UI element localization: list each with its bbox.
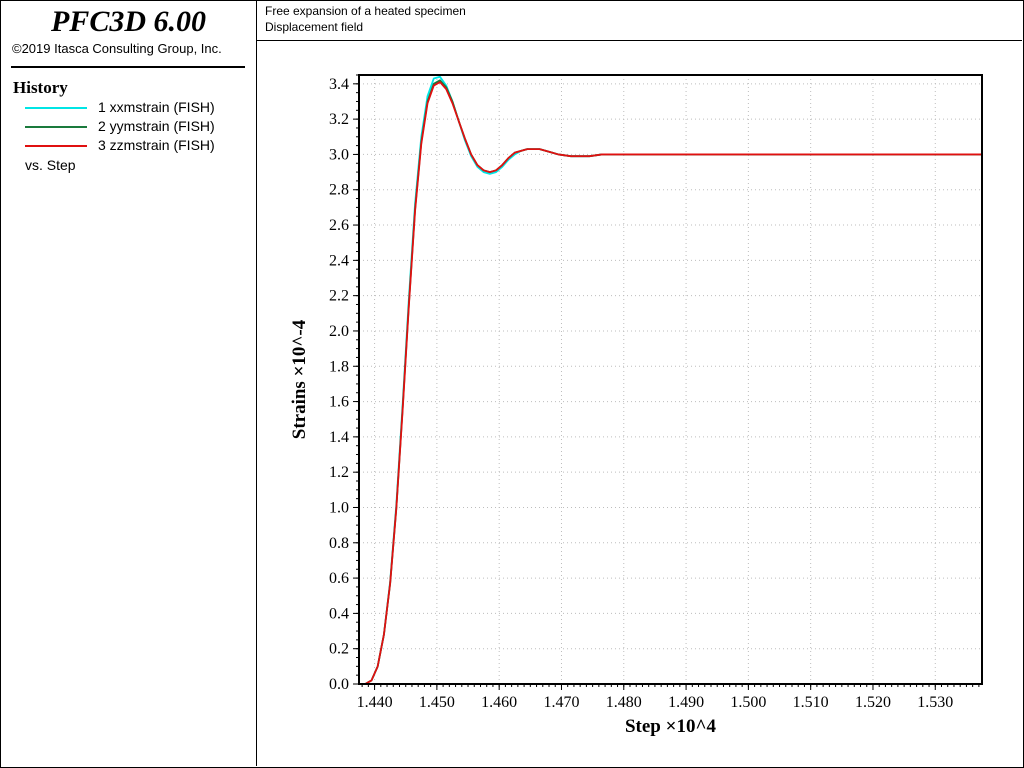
x-tick-label: 1.500 <box>730 694 766 711</box>
series-line <box>364 79 982 685</box>
y-tick-label: 2.8 <box>329 182 349 199</box>
x-variable-label: vs. Step <box>25 157 76 173</box>
legend-swatch <box>25 107 87 109</box>
y-tick-label: 1.8 <box>329 358 349 375</box>
y-tick-label: 3.2 <box>329 111 349 128</box>
x-tick-label: 1.470 <box>543 694 579 711</box>
plot-area-border <box>358 74 983 685</box>
x-tick-label: 1.450 <box>419 694 455 711</box>
x-tick-label: 1.510 <box>793 694 829 711</box>
y-tick-label: 1.0 <box>329 499 349 516</box>
y-tick-label: 2.6 <box>329 217 349 234</box>
y-tick-label: 3.0 <box>329 146 349 163</box>
history-chart: 0.0 0.2 0.4 0.6 0.8 1.0 1.2 1.4 1.6 1.8 2.0 2.2 2.4 2… <box>289 74 983 737</box>
title-divider <box>11 66 245 68</box>
y-tick-label: 1.2 <box>329 464 349 481</box>
series-group <box>364 75 982 685</box>
x-tick-label: 1.520 <box>855 694 891 711</box>
y-axis-title: Strains ×10^-4 <box>289 319 310 439</box>
plot-subtitle: Displacement field <box>265 20 364 34</box>
y-tick-label: 1.6 <box>329 394 349 411</box>
x-axis-title: Step ×10^4 <box>625 716 717 737</box>
x-tick-label: 1.480 <box>606 694 642 711</box>
grid <box>359 75 982 685</box>
axis-ticks: 0.0 0.2 0.4 0.6 0.8 1.0 1.2 1.4 1.6 1.8 2.0 2.2 2.4 2… <box>329 74 980 711</box>
y-tick-label: 0.8 <box>329 535 349 552</box>
plot-header: Free expansion of a heated specimen Disp… <box>257 1 1022 41</box>
legend-item-label: 2 yymstrain (FISH) <box>98 118 215 134</box>
y-tick-label: 0.4 <box>329 605 349 622</box>
plot-title: Free expansion of a heated specimen <box>265 4 466 18</box>
legend-heading: History <box>13 78 68 97</box>
series-line <box>364 75 982 685</box>
y-tick-label: 2.4 <box>329 252 349 269</box>
y-tick-label: 1.4 <box>329 429 349 446</box>
y-tick-label: 0.0 <box>329 676 349 693</box>
y-tick-label: 3.4 <box>329 76 349 93</box>
series-line <box>364 81 982 685</box>
x-tick-label: 1.530 <box>917 694 953 711</box>
legend-swatch <box>25 145 87 147</box>
x-tick-label: 1.490 <box>668 694 704 711</box>
legend-panel: PFC3D 6.00 ©2019 Itasca Consulting Group… <box>1 1 257 766</box>
x-tick-label: 1.460 <box>481 694 517 711</box>
y-tick-label: 2.2 <box>329 288 349 305</box>
x-tick-label: 1.440 <box>357 694 393 711</box>
y-tick-label: 0.6 <box>329 570 349 587</box>
legend-item-label: 3 zzmstrain (FISH) <box>98 137 215 153</box>
y-tick-label: 2.0 <box>329 323 349 340</box>
legend-swatch <box>25 126 87 128</box>
app-title: PFC3D 6.00 <box>50 5 206 38</box>
copyright-text: ©2019 Itasca Consulting Group, Inc. <box>12 41 222 56</box>
legend-item-label: 1 xxmstrain (FISH) <box>98 99 215 115</box>
y-tick-label: 0.2 <box>329 641 349 658</box>
